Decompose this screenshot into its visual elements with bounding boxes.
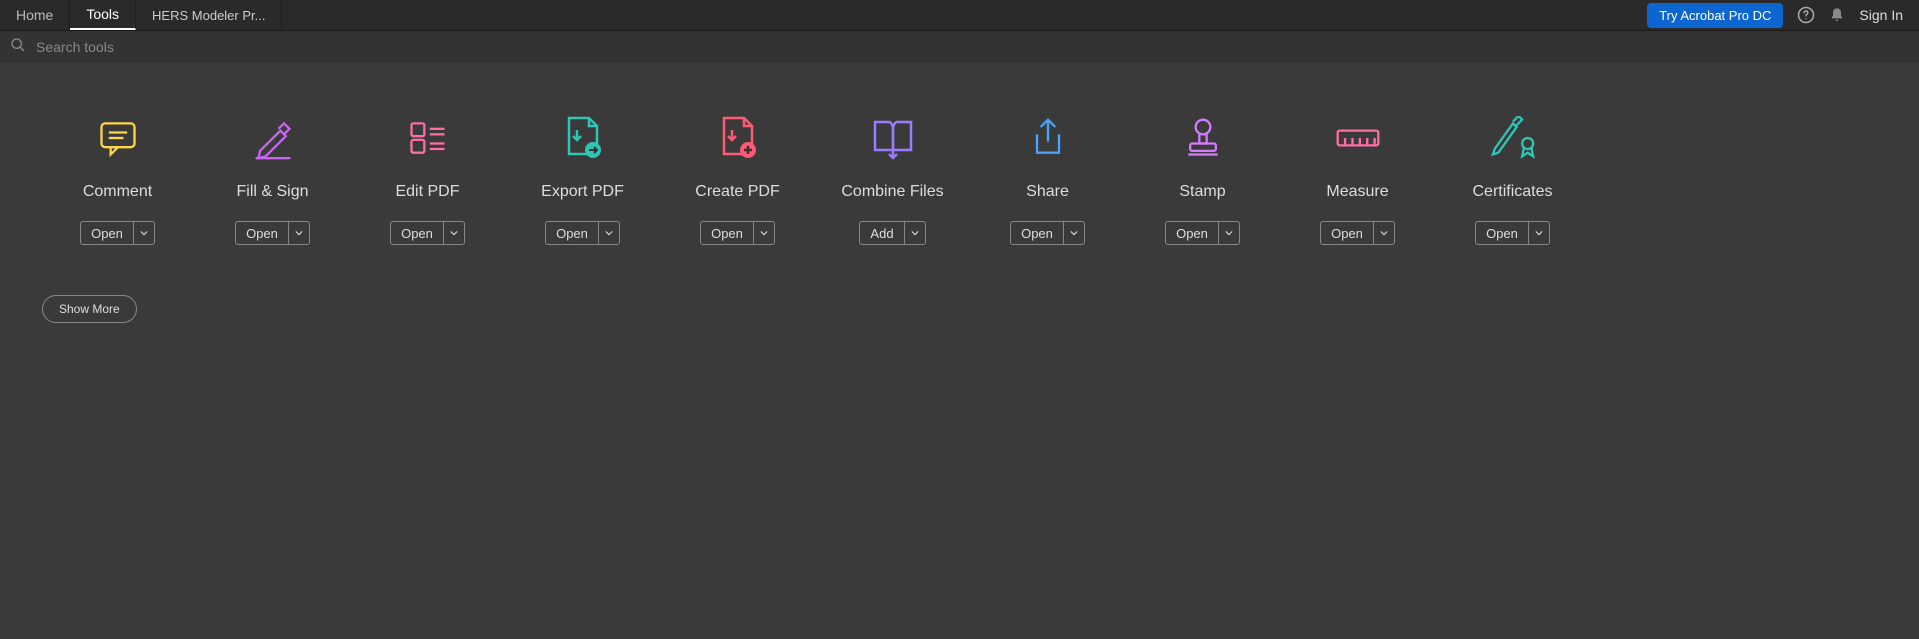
top-right-controls: Try Acrobat Pro DC Sign In	[1647, 3, 1919, 28]
certificates-icon	[1489, 103, 1537, 173]
tab-tools[interactable]: Tools	[70, 0, 136, 30]
fill-sign-open-button[interactable]: Open	[236, 222, 288, 244]
comment-dropdown-button[interactable]	[133, 222, 154, 244]
export-pdf-dropdown-button[interactable]	[598, 222, 619, 244]
stamp-icon	[1181, 103, 1225, 173]
combine-files-add-button[interactable]: Add	[860, 222, 903, 244]
sign-in-link[interactable]: Sign In	[1859, 7, 1903, 23]
tool-share[interactable]: Share Open	[970, 103, 1125, 245]
stamp-open-button[interactable]: Open	[1166, 222, 1218, 244]
tool-measure[interactable]: Measure Open	[1280, 103, 1435, 245]
tool-label: Share	[1026, 183, 1069, 201]
edit-pdf-icon	[406, 103, 450, 173]
create-pdf-icon	[714, 103, 762, 173]
tools-grid: Comment Open Fill & Sign Open Edit PDF O…	[0, 63, 1919, 245]
tool-label: Edit PDF	[395, 183, 459, 201]
measure-open-button[interactable]: Open	[1321, 222, 1373, 244]
tool-label: Create PDF	[695, 183, 779, 201]
tool-combine-files[interactable]: Combine Files Add	[815, 103, 970, 245]
create-pdf-open-button[interactable]: Open	[701, 222, 753, 244]
tool-edit-pdf[interactable]: Edit PDF Open	[350, 103, 505, 245]
tool-certificates[interactable]: Certificates Open	[1435, 103, 1590, 245]
tool-comment[interactable]: Comment Open	[40, 103, 195, 245]
measure-dropdown-button[interactable]	[1373, 222, 1394, 244]
export-pdf-icon	[559, 103, 607, 173]
tab-document[interactable]: HERS Modeler Pr...	[136, 0, 282, 30]
search-input[interactable]	[36, 39, 436, 55]
bell-icon[interactable]	[1829, 7, 1845, 23]
certificates-open-button[interactable]: Open	[1476, 222, 1528, 244]
combine-files-dropdown-button[interactable]	[904, 222, 925, 244]
share-open-button[interactable]: Open	[1011, 222, 1063, 244]
edit-pdf-open-button[interactable]: Open	[391, 222, 443, 244]
fill-sign-dropdown-button[interactable]	[288, 222, 309, 244]
export-pdf-open-button[interactable]: Open	[546, 222, 598, 244]
tool-fill-sign[interactable]: Fill & Sign Open	[195, 103, 350, 245]
tool-label: Fill & Sign	[236, 183, 308, 201]
fill-sign-icon	[251, 103, 295, 173]
comment-icon	[96, 103, 140, 173]
try-acrobat-button[interactable]: Try Acrobat Pro DC	[1647, 3, 1783, 28]
edit-pdf-dropdown-button[interactable]	[443, 222, 464, 244]
tab-home[interactable]: Home	[0, 0, 70, 30]
measure-icon	[1334, 103, 1382, 173]
share-icon	[1026, 103, 1070, 173]
stamp-dropdown-button[interactable]	[1218, 222, 1239, 244]
search-bar	[0, 31, 1919, 63]
tool-label: Stamp	[1179, 183, 1225, 201]
certificates-dropdown-button[interactable]	[1528, 222, 1549, 244]
show-more-button[interactable]: Show More	[42, 295, 137, 323]
tool-stamp[interactable]: Stamp Open	[1125, 103, 1280, 245]
combine-files-icon	[869, 103, 917, 173]
tab-bar: Home Tools HERS Modeler Pr...	[0, 0, 282, 30]
tool-label: Combine Files	[841, 183, 943, 201]
search-icon	[10, 37, 36, 58]
tool-label: Measure	[1326, 183, 1388, 201]
help-icon[interactable]	[1797, 6, 1815, 24]
comment-open-button[interactable]: Open	[81, 222, 133, 244]
tool-export-pdf[interactable]: Export PDF Open	[505, 103, 660, 245]
tool-label: Certificates	[1472, 183, 1552, 201]
tool-create-pdf[interactable]: Create PDF Open	[660, 103, 815, 245]
create-pdf-dropdown-button[interactable]	[753, 222, 774, 244]
top-bar: Home Tools HERS Modeler Pr... Try Acroba…	[0, 0, 1919, 31]
share-dropdown-button[interactable]	[1063, 222, 1084, 244]
tool-label: Comment	[83, 183, 152, 201]
tool-label: Export PDF	[541, 183, 624, 201]
